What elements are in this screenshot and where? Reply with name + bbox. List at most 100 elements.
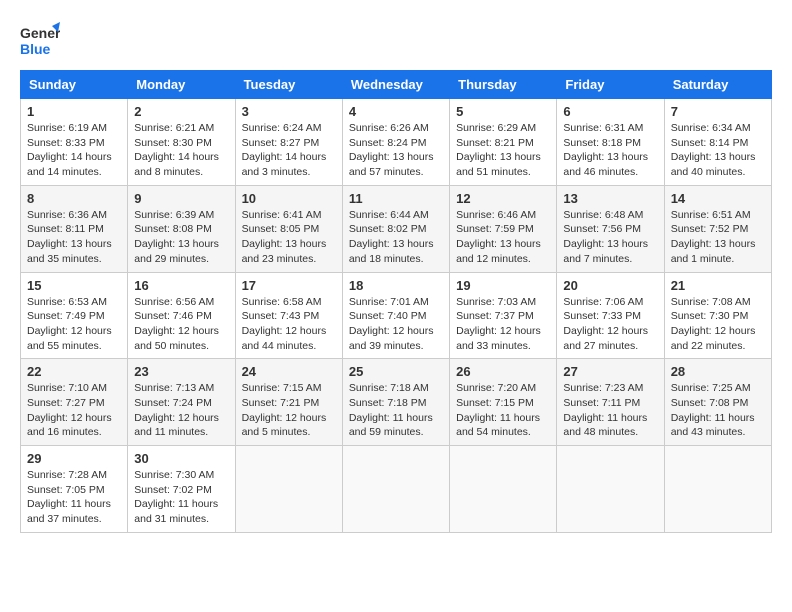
calendar-cell: 11 Sunrise: 6:44 AM Sunset: 8:02 PM Dayl… — [342, 185, 449, 272]
sunrise-text: Sunrise: 7:25 AM — [671, 382, 751, 394]
daylight-text: Daylight: 12 hours and 22 minutes. — [671, 325, 756, 352]
sunset-text: Sunset: 7:11 PM — [563, 397, 640, 409]
sunrise-text: Sunrise: 7:08 AM — [671, 296, 751, 308]
day-number: 25 — [349, 364, 443, 379]
sunrise-text: Sunrise: 7:18 AM — [349, 382, 429, 394]
calendar-cell: 20 Sunrise: 7:06 AM Sunset: 7:33 PM Dayl… — [557, 272, 664, 359]
day-number: 30 — [134, 451, 228, 466]
daylight-text: Daylight: 12 hours and 11 minutes. — [134, 412, 219, 439]
sunrise-text: Sunrise: 7:20 AM — [456, 382, 536, 394]
sunset-text: Sunset: 7:27 PM — [27, 397, 105, 409]
calendar-cell: 26 Sunrise: 7:20 AM Sunset: 7:15 PM Dayl… — [450, 359, 557, 446]
daylight-text: Daylight: 12 hours and 27 minutes. — [563, 325, 648, 352]
sunset-text: Sunset: 7:24 PM — [134, 397, 212, 409]
cell-content: Sunrise: 7:03 AM Sunset: 7:37 PM Dayligh… — [456, 295, 550, 354]
calendar-cell: 19 Sunrise: 7:03 AM Sunset: 7:37 PM Dayl… — [450, 272, 557, 359]
sunrise-text: Sunrise: 7:06 AM — [563, 296, 643, 308]
cell-content: Sunrise: 6:34 AM Sunset: 8:14 PM Dayligh… — [671, 121, 765, 180]
day-number: 6 — [563, 104, 657, 119]
calendar-cell: 28 Sunrise: 7:25 AM Sunset: 7:08 PM Dayl… — [664, 359, 771, 446]
day-number: 3 — [242, 104, 336, 119]
cell-content: Sunrise: 6:39 AM Sunset: 8:08 PM Dayligh… — [134, 208, 228, 267]
daylight-text: Daylight: 13 hours and 51 minutes. — [456, 151, 541, 178]
day-number: 19 — [456, 278, 550, 293]
calendar-table: SundayMondayTuesdayWednesdayThursdayFrid… — [20, 70, 772, 533]
sunrise-text: Sunrise: 6:31 AM — [563, 122, 643, 134]
calendar-cell — [235, 446, 342, 533]
daylight-text: Daylight: 13 hours and 1 minute. — [671, 238, 756, 265]
col-header-wednesday: Wednesday — [342, 71, 449, 99]
cell-content: Sunrise: 6:58 AM Sunset: 7:43 PM Dayligh… — [242, 295, 336, 354]
sunrise-text: Sunrise: 6:39 AM — [134, 209, 214, 221]
calendar-body: 1 Sunrise: 6:19 AM Sunset: 8:33 PM Dayli… — [21, 99, 772, 533]
calendar-cell: 9 Sunrise: 6:39 AM Sunset: 8:08 PM Dayli… — [128, 185, 235, 272]
cell-content: Sunrise: 6:46 AM Sunset: 7:59 PM Dayligh… — [456, 208, 550, 267]
sunrise-text: Sunrise: 6:19 AM — [27, 122, 107, 134]
cell-content: Sunrise: 6:31 AM Sunset: 8:18 PM Dayligh… — [563, 121, 657, 180]
cell-content: Sunrise: 6:26 AM Sunset: 8:24 PM Dayligh… — [349, 121, 443, 180]
daylight-text: Daylight: 12 hours and 44 minutes. — [242, 325, 327, 352]
col-header-friday: Friday — [557, 71, 664, 99]
logo-bird-icon: General Blue — [20, 20, 60, 60]
daylight-text: Daylight: 13 hours and 35 minutes. — [27, 238, 112, 265]
cell-content: Sunrise: 7:13 AM Sunset: 7:24 PM Dayligh… — [134, 381, 228, 440]
calendar-cell: 25 Sunrise: 7:18 AM Sunset: 7:18 PM Dayl… — [342, 359, 449, 446]
daylight-text: Daylight: 11 hours and 54 minutes. — [456, 412, 540, 439]
logo-box: General Blue — [20, 20, 60, 60]
day-number: 17 — [242, 278, 336, 293]
calendar-cell — [557, 446, 664, 533]
daylight-text: Daylight: 13 hours and 23 minutes. — [242, 238, 327, 265]
col-header-sunday: Sunday — [21, 71, 128, 99]
calendar-cell: 1 Sunrise: 6:19 AM Sunset: 8:33 PM Dayli… — [21, 99, 128, 186]
day-number: 20 — [563, 278, 657, 293]
cell-content: Sunrise: 7:20 AM Sunset: 7:15 PM Dayligh… — [456, 381, 550, 440]
week-row-3: 15 Sunrise: 6:53 AM Sunset: 7:49 PM Dayl… — [21, 272, 772, 359]
sunrise-text: Sunrise: 7:10 AM — [27, 382, 107, 394]
cell-content: Sunrise: 7:28 AM Sunset: 7:05 PM Dayligh… — [27, 468, 121, 527]
day-number: 2 — [134, 104, 228, 119]
sunrise-text: Sunrise: 6:48 AM — [563, 209, 643, 221]
daylight-text: Daylight: 12 hours and 33 minutes. — [456, 325, 541, 352]
week-row-1: 1 Sunrise: 6:19 AM Sunset: 8:33 PM Dayli… — [21, 99, 772, 186]
sunset-text: Sunset: 7:18 PM — [349, 397, 427, 409]
sunset-text: Sunset: 7:46 PM — [134, 310, 212, 322]
calendar-cell: 17 Sunrise: 6:58 AM Sunset: 7:43 PM Dayl… — [235, 272, 342, 359]
calendar-cell: 23 Sunrise: 7:13 AM Sunset: 7:24 PM Dayl… — [128, 359, 235, 446]
sunset-text: Sunset: 7:21 PM — [242, 397, 320, 409]
sunset-text: Sunset: 7:08 PM — [671, 397, 749, 409]
calendar-cell: 6 Sunrise: 6:31 AM Sunset: 8:18 PM Dayli… — [557, 99, 664, 186]
sunset-text: Sunset: 8:24 PM — [349, 137, 427, 149]
daylight-text: Daylight: 13 hours and 7 minutes. — [563, 238, 648, 265]
cell-content: Sunrise: 7:10 AM Sunset: 7:27 PM Dayligh… — [27, 381, 121, 440]
cell-content: Sunrise: 6:19 AM Sunset: 8:33 PM Dayligh… — [27, 121, 121, 180]
sunset-text: Sunset: 7:43 PM — [242, 310, 320, 322]
calendar-cell: 30 Sunrise: 7:30 AM Sunset: 7:02 PM Dayl… — [128, 446, 235, 533]
cell-content: Sunrise: 7:23 AM Sunset: 7:11 PM Dayligh… — [563, 381, 657, 440]
calendar-cell: 22 Sunrise: 7:10 AM Sunset: 7:27 PM Dayl… — [21, 359, 128, 446]
logo: General Blue — [20, 20, 60, 60]
daylight-text: Daylight: 11 hours and 37 minutes. — [27, 498, 111, 525]
day-number: 24 — [242, 364, 336, 379]
sunrise-text: Sunrise: 7:28 AM — [27, 469, 107, 481]
calendar-cell: 29 Sunrise: 7:28 AM Sunset: 7:05 PM Dayl… — [21, 446, 128, 533]
sunrise-text: Sunrise: 7:15 AM — [242, 382, 322, 394]
calendar-cell: 3 Sunrise: 6:24 AM Sunset: 8:27 PM Dayli… — [235, 99, 342, 186]
daylight-text: Daylight: 14 hours and 14 minutes. — [27, 151, 112, 178]
sunrise-text: Sunrise: 6:44 AM — [349, 209, 429, 221]
sunset-text: Sunset: 7:56 PM — [563, 223, 641, 235]
calendar-cell: 27 Sunrise: 7:23 AM Sunset: 7:11 PM Dayl… — [557, 359, 664, 446]
sunset-text: Sunset: 8:18 PM — [563, 137, 641, 149]
daylight-text: Daylight: 13 hours and 57 minutes. — [349, 151, 434, 178]
sunset-text: Sunset: 7:30 PM — [671, 310, 749, 322]
calendar-cell: 12 Sunrise: 6:46 AM Sunset: 7:59 PM Dayl… — [450, 185, 557, 272]
day-number: 16 — [134, 278, 228, 293]
col-header-thursday: Thursday — [450, 71, 557, 99]
day-number: 5 — [456, 104, 550, 119]
daylight-text: Daylight: 13 hours and 29 minutes. — [134, 238, 219, 265]
calendar-cell: 4 Sunrise: 6:26 AM Sunset: 8:24 PM Dayli… — [342, 99, 449, 186]
sunset-text: Sunset: 7:52 PM — [671, 223, 749, 235]
day-number: 4 — [349, 104, 443, 119]
cell-content: Sunrise: 7:15 AM Sunset: 7:21 PM Dayligh… — [242, 381, 336, 440]
sunset-text: Sunset: 8:27 PM — [242, 137, 320, 149]
day-number: 29 — [27, 451, 121, 466]
